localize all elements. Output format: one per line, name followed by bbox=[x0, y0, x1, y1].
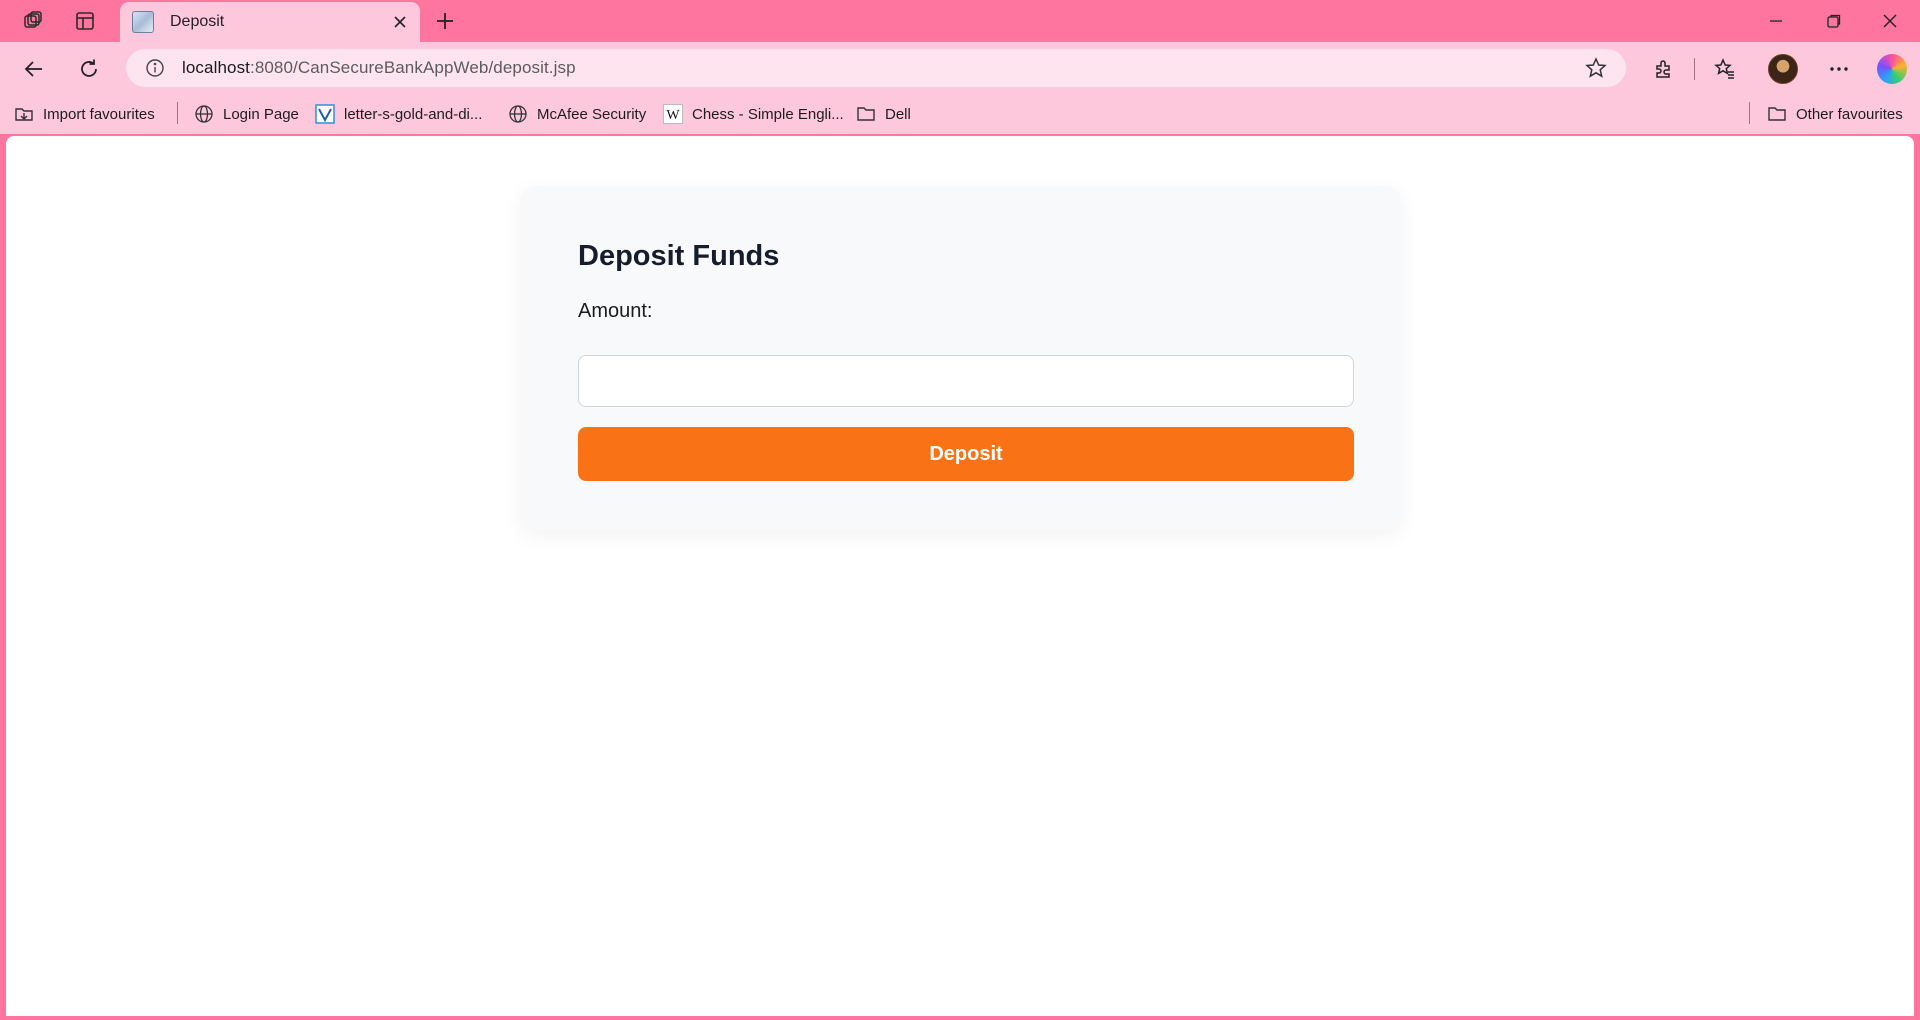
deposit-button[interactable]: Deposit bbox=[578, 427, 1354, 481]
refresh-icon[interactable] bbox=[71, 51, 107, 87]
page-viewport: Deposit Funds Amount: Deposit bbox=[6, 136, 1914, 1016]
tab-title: Deposit bbox=[170, 13, 225, 30]
bookmark-label: Other favourites bbox=[1796, 105, 1903, 123]
bookmark-label: McAfee Security bbox=[537, 105, 647, 123]
restore-icon[interactable] bbox=[1806, 0, 1862, 42]
close-tab-icon[interactable] bbox=[386, 8, 414, 36]
bookmark-import-favourites[interactable]: Import favourites bbox=[13, 100, 155, 128]
url-host: localhost bbox=[182, 58, 250, 77]
workspaces-icon[interactable] bbox=[16, 6, 50, 36]
bookmark-label: Chess - Simple Engli... bbox=[692, 105, 844, 123]
bookmark-other-favourites[interactable]: Other favourites bbox=[1766, 100, 1903, 128]
favourites-icon[interactable] bbox=[1708, 53, 1742, 85]
vector-icon bbox=[314, 103, 336, 125]
bookmark-letter-s-gold[interactable]: letter-s-gold-and-di... bbox=[314, 100, 482, 128]
back-icon[interactable] bbox=[16, 51, 52, 87]
bookmark-login-page[interactable]: Login Page bbox=[193, 100, 299, 128]
bookmarks-bar: Import favourites Login Page letter-s-go… bbox=[0, 94, 1920, 134]
bookmark-chess[interactable]: W Chess - Simple Engli... bbox=[662, 100, 844, 128]
toolbar-divider bbox=[1694, 58, 1695, 80]
address-bar[interactable]: localhost:8080/CanSecureBankAppWeb/depos… bbox=[126, 49, 1626, 87]
close-window-icon[interactable] bbox=[1862, 0, 1918, 42]
url-text: localhost:8080/CanSecureBankAppWeb/depos… bbox=[182, 58, 576, 78]
globe-icon bbox=[507, 103, 529, 125]
deposit-card: Deposit Funds Amount: Deposit bbox=[521, 186, 1401, 530]
import-icon bbox=[13, 103, 35, 125]
tab-deposit[interactable]: Deposit bbox=[120, 2, 420, 42]
bookmark-dell[interactable]: Dell bbox=[855, 100, 911, 128]
bookmark-label: Import favourites bbox=[43, 105, 155, 123]
folder-icon bbox=[855, 103, 877, 125]
page-title: Deposit Funds bbox=[578, 240, 780, 272]
copilot-icon[interactable] bbox=[1877, 54, 1907, 84]
amount-input[interactable] bbox=[578, 355, 1354, 407]
bookmarks-divider bbox=[177, 102, 178, 124]
new-tab-icon[interactable] bbox=[428, 6, 462, 36]
title-bar: Deposit bbox=[0, 0, 1920, 42]
amount-label: Amount: bbox=[578, 300, 653, 322]
minimize-icon[interactable] bbox=[1748, 0, 1804, 42]
folder-icon bbox=[1766, 103, 1788, 125]
bookmark-mcafee-security[interactable]: McAfee Security bbox=[507, 100, 646, 128]
page-favicon-icon bbox=[132, 11, 154, 33]
bookmarks-divider bbox=[1749, 102, 1750, 124]
vertical-tabs-icon[interactable] bbox=[68, 6, 102, 36]
extensions-icon[interactable] bbox=[1647, 53, 1681, 85]
bookmark-label: letter-s-gold-and-di... bbox=[344, 105, 483, 123]
site-info-icon[interactable] bbox=[144, 57, 166, 79]
bookmark-label: Login Page bbox=[223, 105, 299, 123]
browser-toolbar: localhost:8080/CanSecureBankAppWeb/depos… bbox=[0, 42, 1920, 94]
profile-avatar[interactable] bbox=[1768, 54, 1798, 84]
wikipedia-icon: W bbox=[662, 103, 684, 125]
url-path: :8080/CanSecureBankAppWeb/deposit.jsp bbox=[250, 58, 576, 77]
favourite-star-icon[interactable] bbox=[1584, 56, 1608, 80]
svg-text:W: W bbox=[666, 108, 680, 123]
bookmark-label: Dell bbox=[885, 105, 911, 123]
more-options-icon[interactable] bbox=[1822, 53, 1856, 85]
globe-icon bbox=[193, 103, 215, 125]
